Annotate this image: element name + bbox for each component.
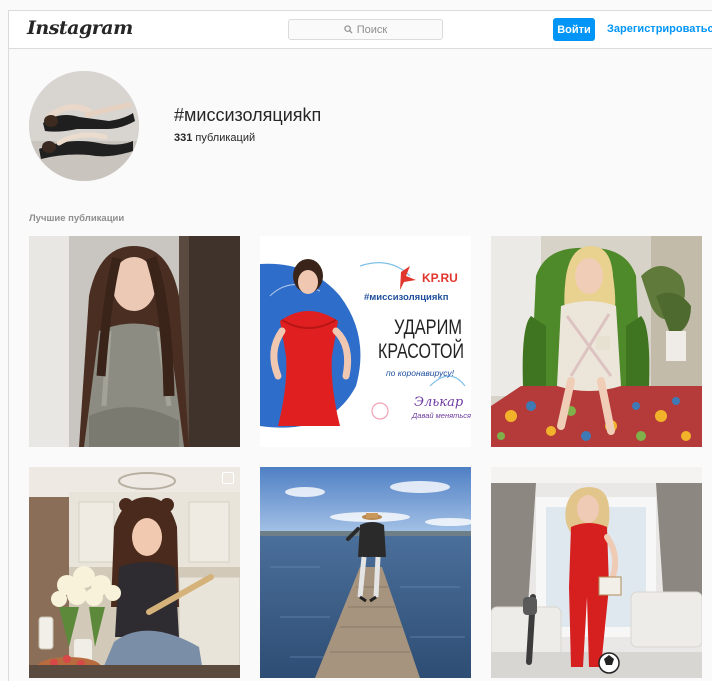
hashtag-avatar (29, 71, 139, 181)
signup-link[interactable]: Зарегистрироваться (607, 23, 712, 35)
post-thumbnail[interactable]: KP.RU #миссизоляцияkп УДАРИМ КРАСОТОЙ по… (260, 236, 471, 447)
hashtag-title: #миссизоляцияkп (174, 105, 322, 125)
post-thumbnail[interactable] (491, 467, 702, 678)
promo-sponsor: Элькар (414, 395, 464, 410)
top-posts-heading: Лучшие публикации (29, 213, 125, 224)
posts-count-label: публикаций (195, 132, 256, 144)
multiple-photos-icon (222, 472, 234, 484)
search-icon (344, 25, 353, 34)
instagram-page: Instagram Поиск Войти Зарегистрироваться… (8, 10, 712, 681)
search-placeholder: Поиск (356, 23, 388, 36)
promo-headline-2: КРАСОТОЙ (378, 339, 464, 363)
promo-sponsor-tagline: Давай меняться! (411, 411, 471, 420)
posts-count-number: 331 (174, 132, 193, 144)
promo-hashtag: #миссизоляцияkп (364, 292, 449, 303)
post-thumbnail[interactable] (260, 467, 471, 678)
posts-count: 331 публикаций (174, 132, 255, 144)
search-input[interactable]: Поиск (288, 19, 443, 40)
promo-subline: по коронавирусу! (386, 368, 455, 378)
post-thumbnail[interactable] (491, 236, 702, 447)
post-thumbnail[interactable] (29, 467, 240, 678)
promo-headline-1: УДАРИМ (394, 316, 462, 339)
instagram-logo[interactable]: Instagram (27, 17, 133, 39)
login-button[interactable]: Войти (553, 18, 595, 41)
post-thumbnail[interactable] (29, 236, 240, 447)
promo-brand: KP.RU (422, 271, 458, 285)
top-navigation: Instagram Поиск Войти Зарегистрироваться (9, 11, 712, 49)
